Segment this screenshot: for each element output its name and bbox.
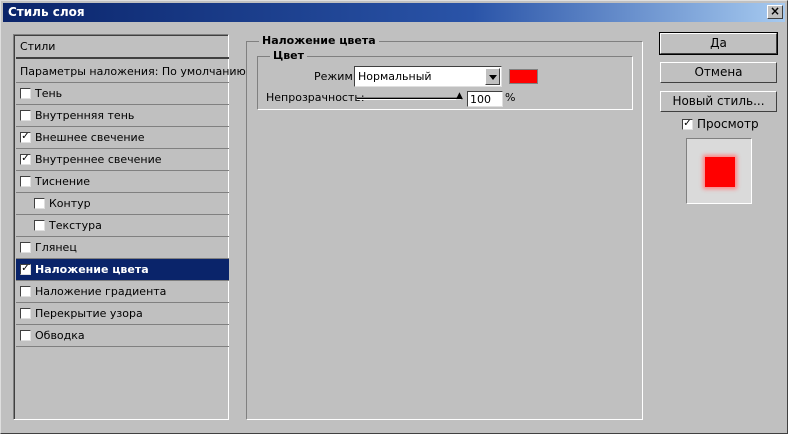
opacity-slider-track[interactable] xyxy=(357,97,461,100)
preview-toggle[interactable]: ✓ Просмотр xyxy=(682,117,759,131)
style-item-outer-glow[interactable]: ✓ Внешнее свечение xyxy=(16,127,229,149)
style-item-inner-shadow[interactable]: Внутренняя тень xyxy=(16,105,229,127)
opacity-input[interactable] xyxy=(467,91,503,107)
style-checkbox[interactable] xyxy=(34,198,45,209)
style-item-label: Внутреннее свечение xyxy=(35,153,162,166)
style-item-contour[interactable]: Контур xyxy=(16,193,229,215)
blend-mode-select[interactable]: Нормальный xyxy=(354,66,502,87)
style-checkbox[interactable] xyxy=(34,220,45,231)
style-item-drop-shadow[interactable]: Тень xyxy=(16,83,229,105)
layer-style-dialog: Стиль слоя × Стили Параметры наложения: … xyxy=(0,0,788,434)
style-item-texture[interactable]: Текстура xyxy=(16,215,229,237)
style-item-stroke[interactable]: Обводка xyxy=(16,325,229,347)
ok-button[interactable]: Да xyxy=(659,32,778,55)
mode-label: Режим: xyxy=(314,70,357,83)
style-item-label: Наложение цвета xyxy=(35,263,149,276)
title-bar[interactable]: Стиль слоя × xyxy=(3,3,785,22)
style-checkbox[interactable]: ✓ xyxy=(20,264,31,275)
style-item-color-overlay[interactable]: ✓ Наложение цвета xyxy=(16,259,229,281)
style-checkbox[interactable] xyxy=(20,88,31,99)
close-button[interactable]: × xyxy=(767,5,783,19)
style-item-label: Наложение градиента xyxy=(35,285,167,298)
dialog-title: Стиль слоя xyxy=(8,5,85,19)
style-checkbox[interactable] xyxy=(20,242,31,253)
style-item-pattern-overlay[interactable]: Перекрытие узора xyxy=(16,303,229,325)
style-checkbox[interactable] xyxy=(20,308,31,319)
style-item-label: Текстура xyxy=(49,219,102,232)
style-item-gradient-overlay[interactable]: Наложение градиента xyxy=(16,281,229,303)
opacity-unit: % xyxy=(505,91,516,104)
styles-list-panel: Стили Параметры наложения: По умолчанию … xyxy=(13,34,246,420)
color-subgroup-title: Цвет xyxy=(270,49,308,62)
preview-label: Просмотр xyxy=(697,117,759,131)
style-item-label: Контур xyxy=(49,197,91,210)
new-style-button[interactable]: Новый стиль... xyxy=(660,91,777,112)
style-checkbox[interactable]: ✓ xyxy=(20,154,31,165)
chevron-down-icon[interactable] xyxy=(485,68,500,85)
styles-header[interactable]: Стили xyxy=(16,36,229,59)
style-item-label: Перекрытие узора xyxy=(35,307,143,320)
style-item-label: Внешнее свечение xyxy=(35,131,145,144)
style-preview xyxy=(686,138,752,204)
preview-swatch xyxy=(705,157,735,187)
style-checkbox[interactable] xyxy=(20,286,31,297)
style-item-label: Обводка xyxy=(35,329,85,342)
color-overlay-group: Наложение цвета Цвет Режим: Нормальный Н… xyxy=(246,34,643,420)
style-checkbox[interactable] xyxy=(20,330,31,341)
color-swatch[interactable] xyxy=(509,69,538,84)
blending-options-item[interactable]: Параметры наложения: По умолчанию xyxy=(16,61,246,83)
style-item-inner-glow[interactable]: ✓ Внутреннее свечение xyxy=(16,149,229,171)
blend-mode-value: Нормальный xyxy=(358,70,432,83)
preview-checkbox[interactable]: ✓ xyxy=(682,118,693,130)
style-item-label: Тиснение xyxy=(35,175,90,188)
opacity-slider-thumb-icon[interactable]: ▲ xyxy=(456,91,464,101)
style-item-label: Внутренняя тень xyxy=(35,109,135,122)
cancel-button[interactable]: Отмена xyxy=(660,62,777,83)
style-item-label: Глянец xyxy=(35,241,77,254)
style-checkbox[interactable]: ✓ xyxy=(20,132,31,143)
style-item-label: Тень xyxy=(35,87,63,100)
style-item-bevel-emboss[interactable]: Тиснение xyxy=(16,171,229,193)
style-checkbox[interactable] xyxy=(20,110,31,121)
color-subgroup: Цвет Режим: Нормальный Непрозрачность: ▲… xyxy=(257,49,633,110)
style-checkbox[interactable] xyxy=(20,176,31,187)
opacity-label: Непрозрачность: xyxy=(266,91,365,104)
style-item-satin[interactable]: Глянец xyxy=(16,237,229,259)
color-overlay-title: Наложение цвета xyxy=(259,34,379,47)
